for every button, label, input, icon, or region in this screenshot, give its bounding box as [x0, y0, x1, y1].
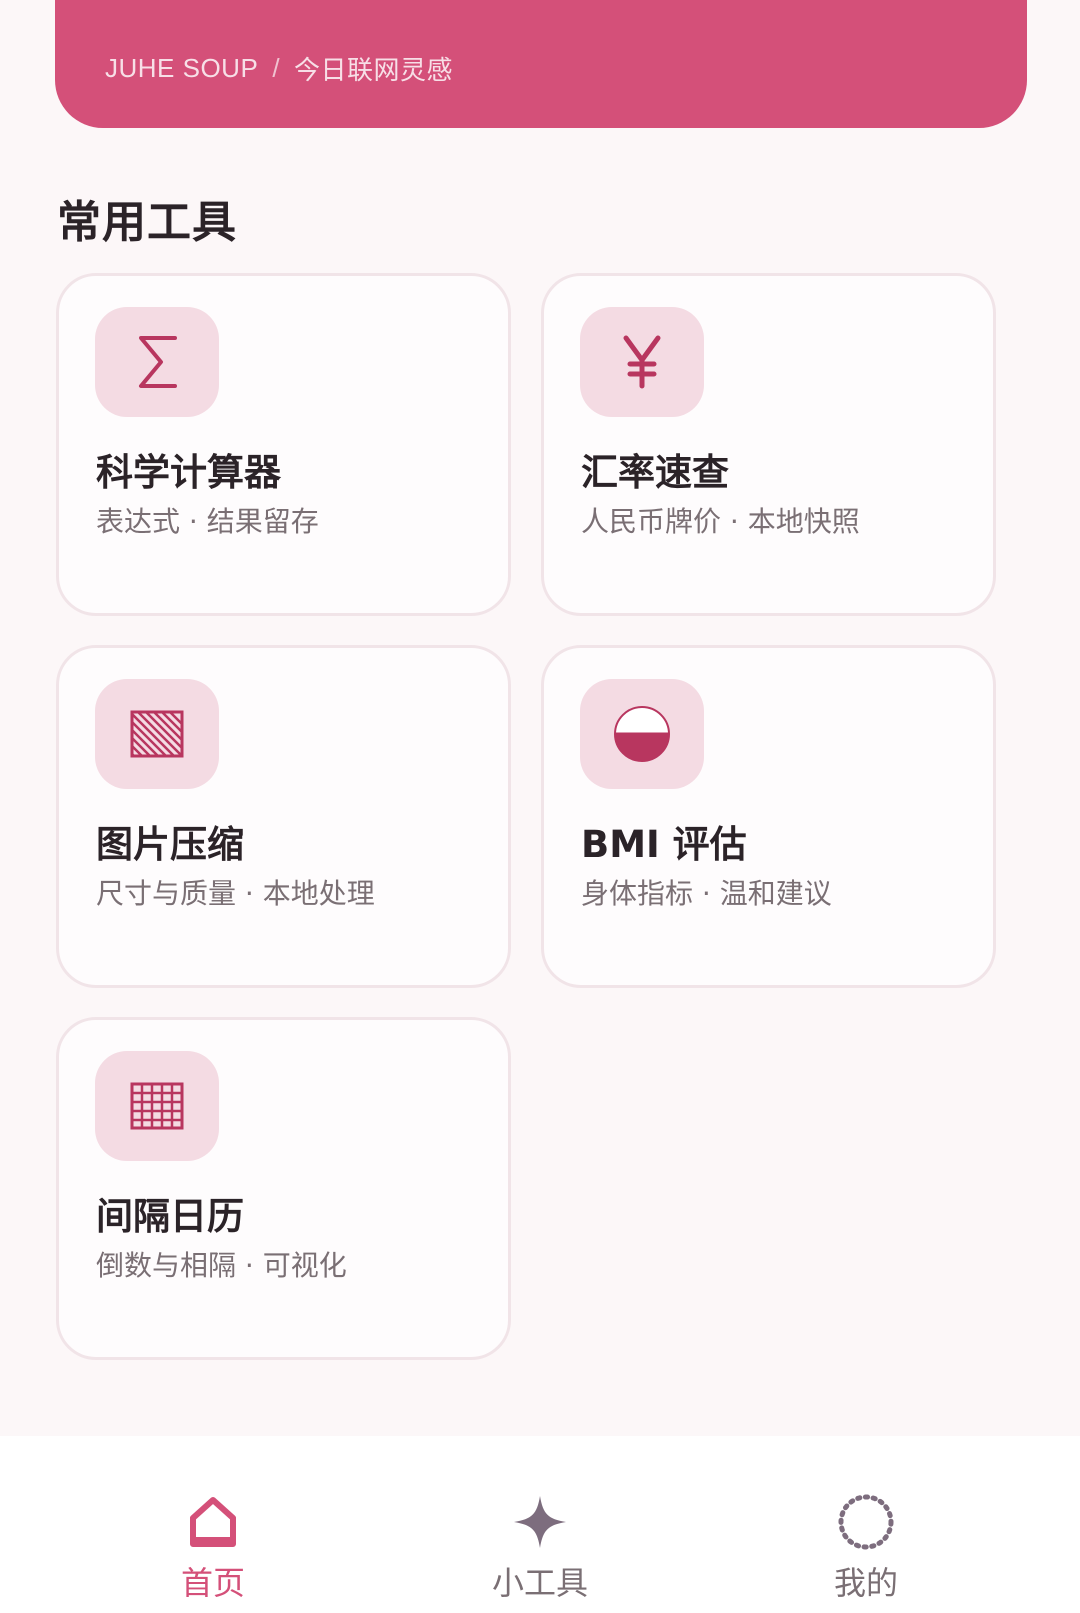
bottom-nav: 首页 小工具 我的	[0, 1436, 1080, 1613]
dotted-circle-icon	[838, 1494, 894, 1550]
tool-card-title: 科学计算器	[96, 451, 281, 494]
breadcrumb-section: 今日联网灵感	[294, 55, 454, 85]
tool-card-title: 图片压缩	[96, 823, 244, 866]
breadcrumb-brand: JUHE SOUP	[105, 53, 259, 83]
tool-card-subtitle: 人民币牌价 · 本地快照	[581, 505, 860, 538]
grid-icon	[95, 1051, 219, 1161]
nav-tools[interactable]: 小工具	[440, 1436, 640, 1613]
tool-card-calculator[interactable]: 科学计算器 表达式 · 结果留存	[56, 273, 511, 616]
tool-card-subtitle: 倒数与相隔 · 可视化	[96, 1249, 347, 1282]
tool-card-interval-calendar[interactable]: 间隔日历 倒数与相隔 · 可视化	[56, 1017, 511, 1360]
nav-tools-label: 小工具	[491, 1564, 588, 1602]
hatched-square-icon	[95, 679, 219, 789]
tool-card-image-compress[interactable]: 图片压缩 尺寸与质量 · 本地处理	[56, 645, 511, 988]
tool-card-bmi[interactable]: BMI 评估 身体指标 · 温和建议	[541, 645, 996, 988]
nav-me-label: 我的	[833, 1564, 898, 1602]
tool-card-subtitle: 尺寸与质量 · 本地处理	[96, 877, 375, 910]
sigma-icon	[95, 307, 219, 417]
hero-banner: JUHE SOUP / 今日联网灵感	[55, 0, 1027, 128]
nav-home[interactable]: 首页	[113, 1436, 313, 1613]
breadcrumb: JUHE SOUP / 今日联网灵感	[105, 50, 453, 87]
tool-card-exchange-rate[interactable]: 汇率速查 人民币牌价 · 本地快照	[541, 273, 996, 616]
nav-home-label: 首页	[180, 1564, 245, 1602]
section-title: 常用工具	[57, 197, 237, 248]
half-circle-icon	[580, 679, 704, 789]
yen-icon	[580, 307, 704, 417]
nav-me[interactable]: 我的	[766, 1436, 966, 1613]
tool-card-subtitle: 表达式 · 结果留存	[96, 505, 319, 538]
tool-card-title: BMI 评估	[581, 823, 747, 866]
tool-card-subtitle: 身体指标 · 温和建议	[581, 877, 832, 910]
tool-card-title: 汇率速查	[581, 451, 729, 494]
breadcrumb-separator: /	[272, 53, 281, 83]
tool-card-title: 间隔日历	[96, 1195, 244, 1238]
home-icon	[190, 1497, 236, 1547]
sparkle-icon	[514, 1496, 566, 1548]
